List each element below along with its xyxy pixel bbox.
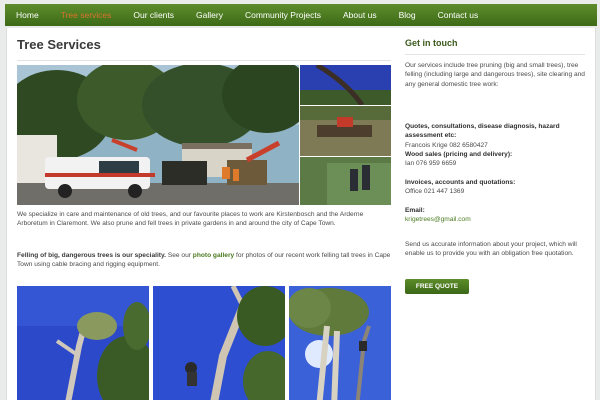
nav-item-contact-us[interactable]: Contact us <box>427 4 490 26</box>
nav-item-home[interactable]: Home <box>5 4 50 26</box>
contact-heading: Email: <box>405 207 425 214</box>
contact-heading: Invoices, accounts and quotations: <box>405 179 516 186</box>
contact-value: Office 021 447 1369 <box>405 188 465 196</box>
nav-item-gallery[interactable]: Gallery <box>185 4 234 26</box>
free-quote-button[interactable]: FREE QUOTE <box>405 279 469 294</box>
page-title: Tree Services <box>17 37 101 52</box>
photo-graphic-3 <box>289 286 391 400</box>
contact-wood-sales: Wood sales (pricing and delivery): Ian 0… <box>405 150 589 169</box>
title-divider <box>17 60 391 61</box>
speciality-paragraph: Felling of big, dangerous trees is our s… <box>17 251 391 270</box>
hero-collage-graphic <box>17 65 391 205</box>
photo-climber-pruning <box>17 286 149 400</box>
sidebar-divider <box>405 54 585 55</box>
photo-graphic-2 <box>153 286 285 400</box>
photo-graphic-1 <box>17 286 149 400</box>
nav-item-blog[interactable]: Blog <box>388 4 427 26</box>
photo-climber-felling <box>153 286 285 400</box>
speciality-bold-text: Felling of big, dangerous trees is our s… <box>17 252 166 259</box>
main-column: Tree Services We specialize in care and … <box>17 36 391 400</box>
sidebar-title: Get in touch <box>405 38 458 48</box>
contact-value: Francois Krige 082 6580427 <box>405 141 488 149</box>
photo-gallery-link[interactable]: photo gallery <box>193 252 234 259</box>
photo-tall-tree <box>289 286 391 400</box>
contact-email: Email: krigetrees@gmail.com <box>405 206 589 225</box>
services-intro: Our services include tree pruning (big a… <box>405 62 585 88</box>
contact-invoices: Invoices, accounts and quotations: Offic… <box>405 178 589 197</box>
contact-quotes: Quotes, consultations, disease diagnosis… <box>405 122 589 150</box>
contact-heading: Quotes, consultations, disease diagnosis… <box>405 123 560 140</box>
speciality-text-before: See our <box>167 252 191 259</box>
work-photos <box>17 286 391 400</box>
quote-note: Send us accurate information about your … <box>405 241 577 258</box>
nav-item-tree-services[interactable]: Tree services <box>50 4 123 26</box>
nav-item-our-clients[interactable]: Our clients <box>122 4 185 26</box>
email-link[interactable]: krigetrees@gmail.com <box>405 216 471 223</box>
nav-item-community-projects[interactable]: Community Projects <box>234 4 332 26</box>
contact-sidebar: Get in touch Our services include tree p… <box>405 36 585 294</box>
page-content: Tree Services We specialize in care and … <box>6 28 596 400</box>
intro-paragraph: We specialize in care and maintenance of… <box>17 211 364 228</box>
main-navigation: Home Tree services Our clients Gallery C… <box>5 4 597 26</box>
hero-collage-image <box>17 65 391 205</box>
contact-value: Ian 076 959 6659 <box>405 160 457 168</box>
nav-item-about-us[interactable]: About us <box>332 4 388 26</box>
contact-heading: Wood sales (pricing and delivery): <box>405 151 513 158</box>
